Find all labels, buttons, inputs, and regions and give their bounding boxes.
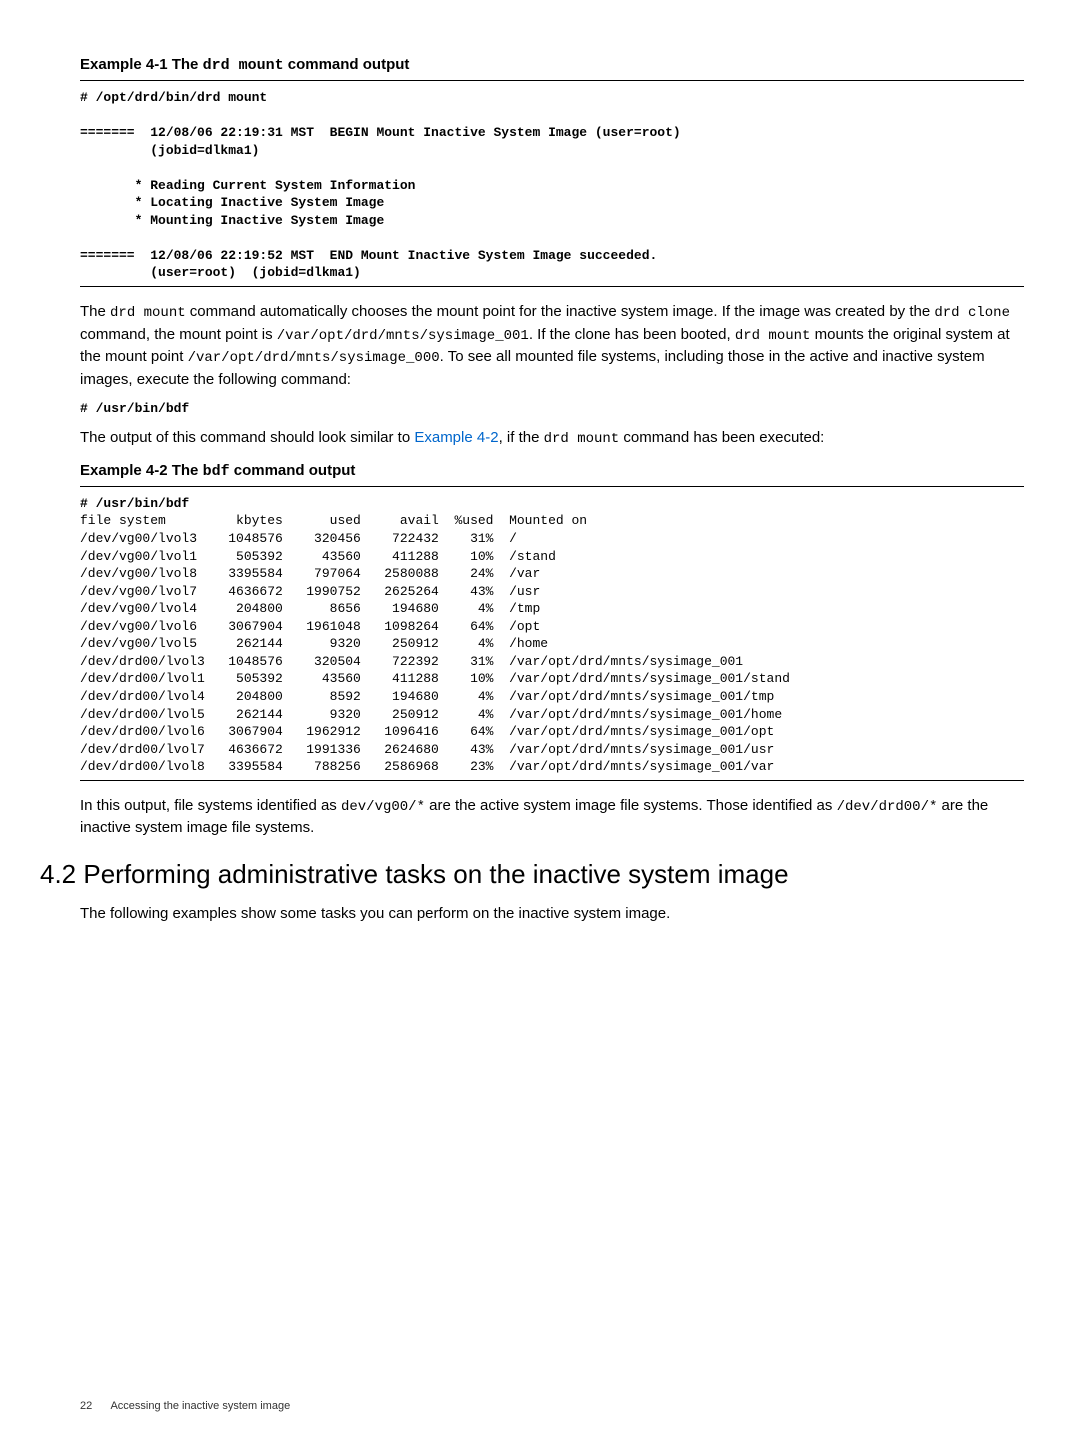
text: The output of this command should look s… — [80, 429, 414, 446]
code-inline: drd mount — [735, 328, 811, 344]
text: The — [80, 303, 110, 320]
text: . If the clone has been booted, — [529, 326, 735, 343]
text: , if the — [499, 429, 544, 446]
paragraph-1: The drd mount command automatically choo… — [80, 301, 1024, 390]
footer-title: Accessing the inactive system image — [110, 1400, 290, 1412]
ex41-code: drd mount — [203, 57, 284, 74]
ex42-prefix: Example 4-2 The — [80, 462, 203, 479]
divider — [80, 486, 1024, 487]
text: command automatically chooses the mount … — [186, 303, 935, 320]
text: In this output, file systems identified … — [80, 797, 341, 814]
ex42-suffix: command output — [230, 462, 356, 479]
code-inline: /var/opt/drd/mnts/sysimage_000 — [188, 350, 440, 366]
paragraph-2: The output of this command should look s… — [80, 427, 1024, 450]
page-footer: 22 Accessing the inactive system image — [80, 1399, 290, 1414]
code-inline: drd clone — [934, 305, 1010, 321]
code-inline: drd mount — [544, 431, 620, 447]
page-number: 22 — [80, 1399, 108, 1414]
text: are the active system image file systems… — [425, 797, 837, 814]
code-inline: dev/vg00/* — [341, 799, 425, 815]
cmd-line: # /opt/drd/bin/drd mount ======= 12/08/0… — [80, 90, 681, 280]
example-4-1-code: # /opt/drd/bin/drd mount ======= 12/08/0… — [80, 89, 1024, 282]
ex41-suffix: command output — [284, 56, 410, 73]
command-bdf: # /usr/bin/bdf — [80, 400, 1024, 418]
example-4-1-heading: Example 4-1 The drd mount command output — [80, 54, 1024, 76]
cmd-text: # /usr/bin/bdf — [80, 401, 189, 416]
ex42-code: bdf — [203, 463, 230, 480]
divider — [80, 80, 1024, 81]
link-example-4-2[interactable]: Example 4-2 — [414, 429, 498, 446]
divider — [80, 286, 1024, 287]
section-4-2-heading: 4.2 Performing administrative tasks on t… — [40, 856, 1024, 892]
code-inline: /dev/drd00/* — [837, 799, 938, 815]
ex41-prefix: Example 4-1 The — [80, 56, 203, 73]
example-4-2-code: # /usr/bin/bdf file system kbytes used a… — [80, 495, 1024, 776]
divider — [80, 780, 1024, 781]
paragraph-4: The following examples show some tasks y… — [80, 903, 1024, 924]
example-4-2-heading: Example 4-2 The bdf command output — [80, 460, 1024, 482]
code-inline: drd mount — [110, 305, 186, 321]
text: command, the mount point is — [80, 326, 277, 343]
code-inline: /var/opt/drd/mnts/sysimage_001 — [277, 328, 529, 344]
text: command has been executed: — [619, 429, 824, 446]
paragraph-3: In this output, file systems identified … — [80, 795, 1024, 839]
